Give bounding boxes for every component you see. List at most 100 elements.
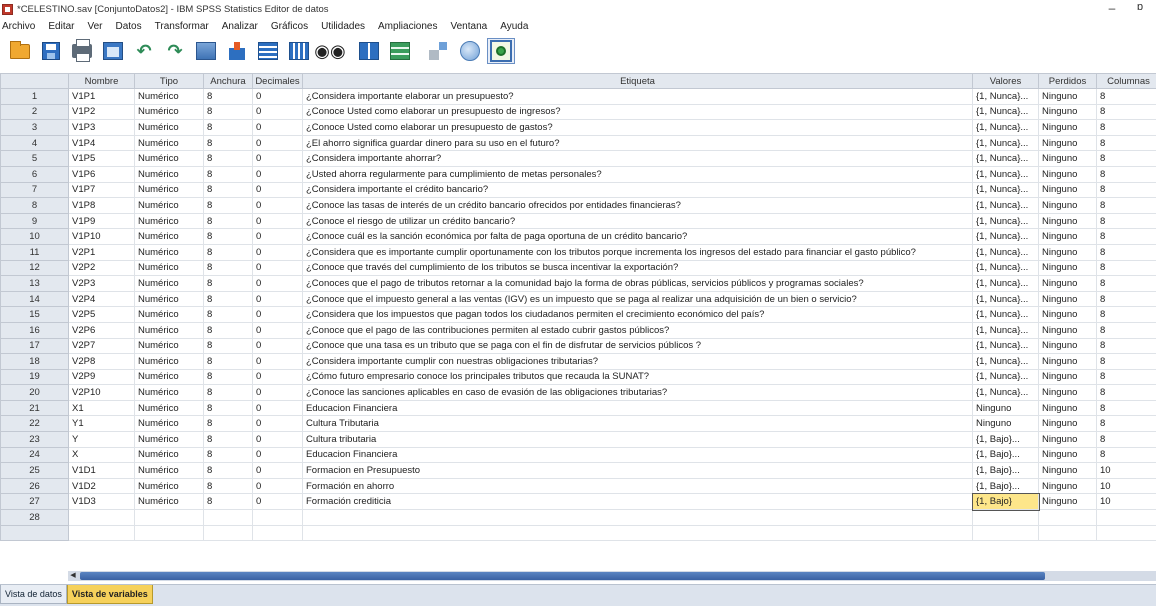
cell-columnas[interactable]: 8 — [1096, 259, 1156, 277]
cell-etiqueta[interactable]: Formación en ahorro — [302, 477, 973, 495]
row-number[interactable]: 11 — [0, 243, 69, 261]
row-number[interactable]: 2 — [0, 103, 69, 121]
cell-decimales[interactable]: 0 — [252, 88, 303, 105]
save-icon[interactable] — [37, 38, 65, 64]
undo-icon[interactable]: ↶ — [130, 38, 158, 64]
cell-perdidos[interactable]: Ninguno — [1038, 88, 1097, 105]
value-labels-icon[interactable] — [456, 38, 484, 64]
cell-valores[interactable]: {1, Nunca}... — [972, 321, 1039, 339]
cell-perdidos[interactable]: Ninguno — [1038, 275, 1097, 292]
cell-valores[interactable] — [972, 524, 1039, 542]
cell-decimales[interactable] — [252, 509, 303, 526]
cell-nombre[interactable]: V2P10 — [68, 384, 135, 401]
cell-valores[interactable]: {1, Nunca}... — [972, 181, 1039, 199]
cell-nombre[interactable]: V1P6 — [68, 165, 135, 183]
cell-etiqueta[interactable]: ¿Conoce Usted como elaborar un presupues… — [302, 119, 973, 136]
cell-columnas[interactable]: 8 — [1096, 165, 1156, 183]
row-number[interactable]: 27 — [0, 493, 69, 511]
cell-tipo[interactable]: Numérico — [134, 337, 204, 355]
print-icon[interactable] — [68, 38, 96, 64]
cell-etiqueta[interactable]: Educacion Financiera — [302, 399, 973, 417]
cell-columnas[interactable]: 8 — [1096, 446, 1156, 464]
cell-tipo[interactable]: Numérico — [134, 134, 204, 152]
cell-columnas[interactable]: 8 — [1096, 275, 1156, 292]
cell-nombre[interactable]: X — [68, 446, 135, 464]
cell-columnas[interactable]: 8 — [1096, 399, 1156, 417]
cell-decimales[interactable]: 0 — [252, 228, 303, 245]
find-icon[interactable]: ◉◉ — [314, 38, 345, 64]
cell-etiqueta[interactable]: Cultura tributaria — [302, 431, 973, 448]
cell-columnas[interactable]: 8 — [1096, 290, 1156, 308]
cell-nombre[interactable]: V1P5 — [68, 150, 135, 167]
cell-columnas[interactable] — [1096, 524, 1156, 542]
row-number[interactable]: 1 — [0, 88, 69, 105]
cell-columnas[interactable]: 8 — [1096, 119, 1156, 136]
row-number[interactable]: 10 — [0, 228, 69, 245]
menu-archivo[interactable]: Archivo — [2, 21, 35, 32]
cell-anchura[interactable]: 8 — [203, 399, 253, 417]
cell-valores[interactable]: Ninguno — [972, 415, 1039, 433]
cell-anchura[interactable]: 8 — [203, 181, 253, 199]
cell-valores[interactable]: {1, Nunca}... — [972, 88, 1039, 105]
row-number[interactable]: 8 — [0, 197, 69, 214]
cell-columnas[interactable]: 8 — [1096, 181, 1156, 199]
cell-columnas[interactable]: 10 — [1096, 477, 1156, 495]
cell-anchura[interactable]: 8 — [203, 477, 253, 495]
cell-decimales[interactable]: 0 — [252, 275, 303, 292]
split-file-icon[interactable] — [355, 38, 383, 64]
cell-etiqueta[interactable]: ¿Conoce las tasas de interés de un crédi… — [302, 197, 973, 214]
cell-nombre[interactable]: V1P2 — [68, 103, 135, 121]
horizontal-scrollbar[interactable]: ◀ — [68, 571, 1156, 581]
cell-perdidos[interactable]: Ninguno — [1038, 399, 1097, 417]
cell-perdidos[interactable]: Ninguno — [1038, 306, 1097, 323]
tab-variable-view[interactable]: Vista de variables — [66, 585, 153, 604]
cell-tipo[interactable]: Numérico — [134, 290, 204, 308]
cell-valores[interactable]: {1, Nunca}... — [972, 384, 1039, 401]
cell-decimales[interactable]: 0 — [252, 103, 303, 121]
menu-ver[interactable]: Ver — [87, 21, 102, 32]
cell-decimales[interactable]: 0 — [252, 290, 303, 308]
row-number[interactable]: 19 — [0, 368, 69, 386]
scroll-thumb[interactable] — [80, 572, 1045, 580]
cell-valores[interactable]: {1, Nunca}... — [972, 103, 1039, 121]
cell-decimales[interactable]: 0 — [252, 306, 303, 323]
cell-decimales[interactable]: 0 — [252, 259, 303, 277]
column-header-tipo[interactable]: Tipo — [134, 73, 204, 89]
cell-etiqueta[interactable]: ¿Considera importante cumplir con nuestr… — [302, 353, 973, 370]
cell-tipo[interactable]: Numérico — [134, 275, 204, 292]
minimize-button[interactable]: – — [1100, 1, 1124, 15]
cell-tipo[interactable] — [134, 524, 204, 542]
cell-nombre[interactable]: Y — [68, 431, 135, 448]
cell-perdidos[interactable]: Ninguno — [1038, 259, 1097, 277]
cell-etiqueta[interactable]: ¿Conoce que el impuesto general a las ve… — [302, 290, 973, 308]
menu-transformar[interactable]: Transformar — [155, 21, 209, 32]
cell-valores[interactable]: {1, Nunca}... — [972, 134, 1039, 152]
row-number[interactable]: 12 — [0, 259, 69, 277]
row-number[interactable]: 18 — [0, 353, 69, 370]
cell-perdidos[interactable]: Ninguno — [1038, 119, 1097, 136]
cell-tipo[interactable]: Numérico — [134, 431, 204, 448]
cell-columnas[interactable]: 8 — [1096, 197, 1156, 214]
corner-cell[interactable] — [0, 73, 69, 89]
redo-icon[interactable]: ↷ — [161, 38, 189, 64]
cell-valores[interactable]: {1, Bajo}... — [972, 462, 1039, 479]
cell-tipo[interactable]: Numérico — [134, 243, 204, 261]
cell-nombre[interactable]: V2P4 — [68, 290, 135, 308]
cell-valores[interactable]: {1, Nunca}... — [972, 306, 1039, 323]
cell-valores[interactable]: {1, Nunca}... — [972, 353, 1039, 370]
cell-perdidos[interactable]: Ninguno — [1038, 384, 1097, 401]
cell-tipo[interactable]: Numérico — [134, 415, 204, 433]
cell-tipo[interactable]: Numérico — [134, 197, 204, 214]
cell-anchura[interactable]: 8 — [203, 353, 253, 370]
row-number[interactable]: 9 — [0, 212, 69, 230]
cell-nombre[interactable]: Y1 — [68, 415, 135, 433]
cell-columnas[interactable] — [1096, 509, 1156, 526]
use-variable-sets-icon[interactable] — [487, 38, 515, 64]
cell-columnas[interactable]: 8 — [1096, 353, 1156, 370]
cell-decimales[interactable]: 0 — [252, 399, 303, 417]
cell-perdidos[interactable]: Ninguno — [1038, 431, 1097, 448]
cell-etiqueta[interactable]: ¿Conoce el riesgo de utilizar un crédito… — [302, 212, 973, 230]
row-number[interactable]: 7 — [0, 181, 69, 199]
cell-etiqueta[interactable]: ¿Conoce las sanciones aplicables en caso… — [302, 384, 973, 401]
weight-cases-icon[interactable] — [386, 38, 414, 64]
